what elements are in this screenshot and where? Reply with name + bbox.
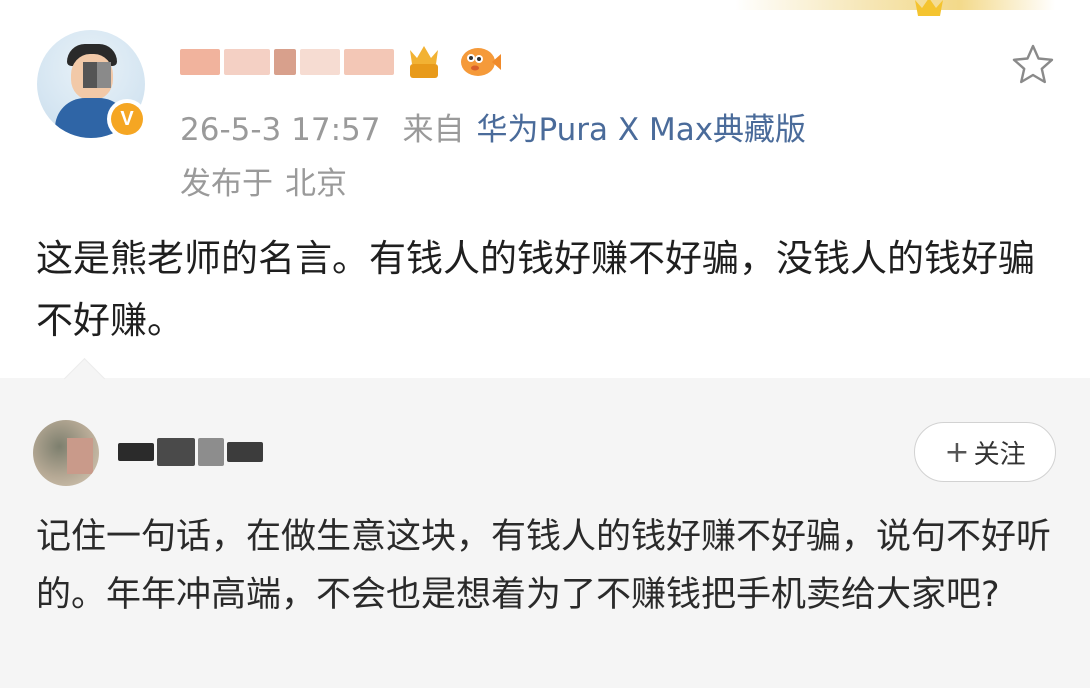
post-meta: 26-5-3 17:57 来自 华为Pura X Max典藏版 [180,104,806,149]
crown-decoration-icon [915,0,943,16]
location-prefix: 发布于 [180,166,273,202]
quoted-post-body: 记住一句话，在做生意这块，有钱人的钱好赚不好骗，说句不好听的。年年冲高端，不会也… [36,517,1052,615]
level-crown-icon [410,46,438,78]
post-location: 发布于 北京 [180,158,347,203]
post-body: 这是熊老师的名言。有钱人的钱好赚不好骗，没钱人的钱好骗不好赚。 [36,237,1035,342]
follow-label: 关注 [973,439,1026,470]
device-link[interactable]: 华为Pura X Max典藏版 [476,112,806,148]
author-name-redacted[interactable] [180,44,405,80]
location-city: 北京 [285,166,347,202]
quoted-author-avatar[interactable] [33,420,99,486]
post-timestamp: 26-5-3 17:57 [180,112,381,148]
pufferfish-icon [461,48,501,76]
follow-button[interactable]: + 关注 [914,422,1056,482]
avatar-mosaic [67,438,93,474]
post-card: V 26-5-3 17:57 来自 华为Pura X Max典藏版 发布于 北京 这是… [0,0,1090,378]
quoted-author-name-redacted[interactable] [118,432,268,472]
avatar-mosaic [83,62,111,88]
source-prefix: 来自 [402,112,465,148]
decoration-line [735,0,1055,10]
plus-icon: + [944,434,970,470]
verified-v-icon: V [107,99,147,139]
star-outline-icon[interactable] [1010,42,1056,88]
